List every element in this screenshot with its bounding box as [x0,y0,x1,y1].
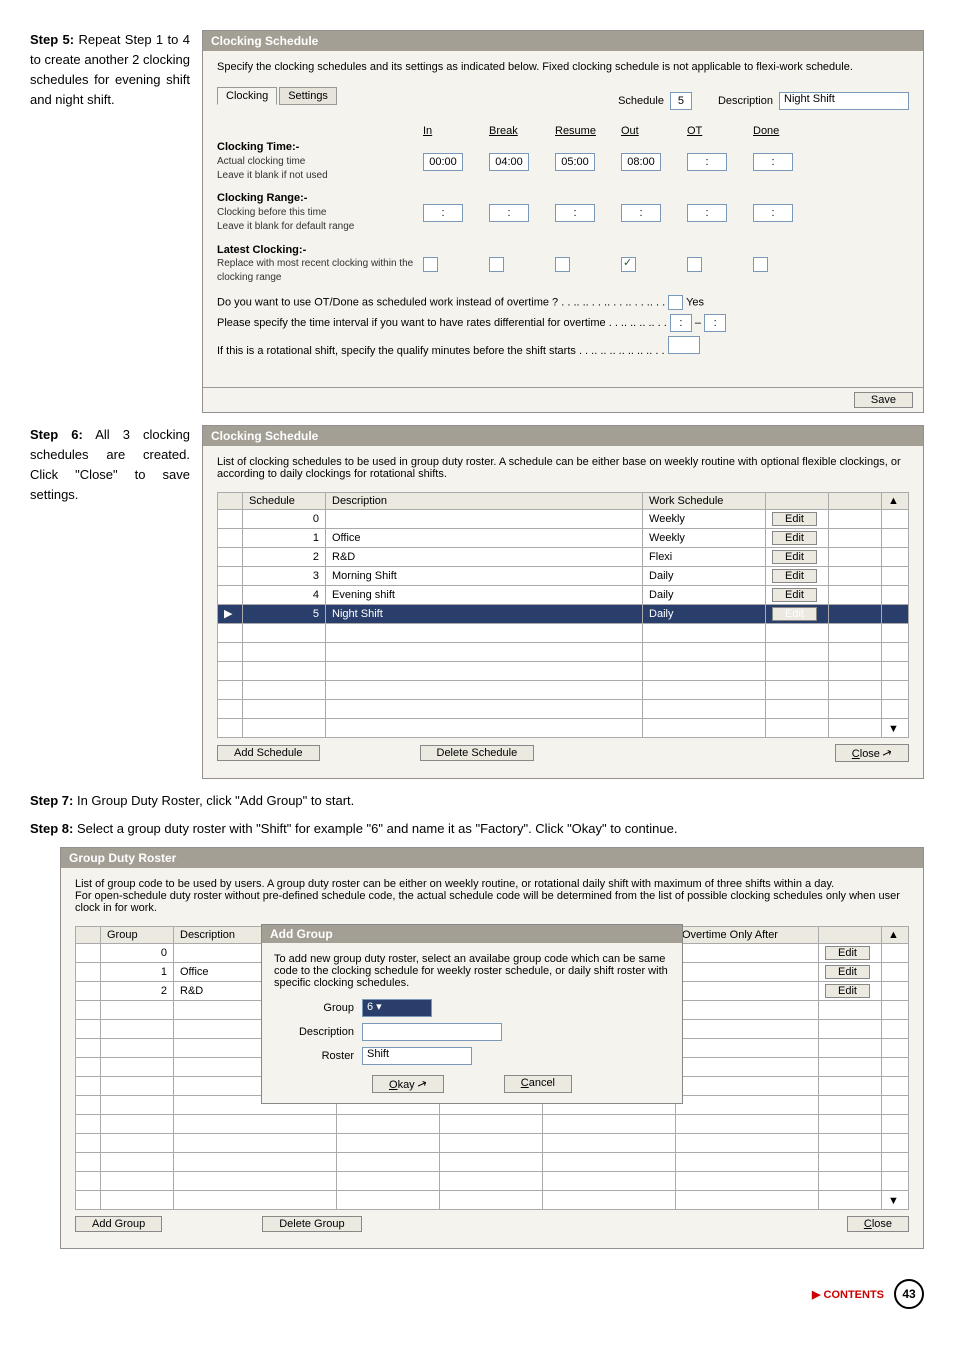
col-break: Break [489,125,549,137]
edit-button[interactable]: Edit [772,550,817,564]
panel2-intro: List of clocking schedules to be used in… [217,456,909,480]
th-group[interactable]: Group [101,927,174,944]
panel3-intro: List of group code to be used by users. … [75,878,909,914]
table-row[interactable]: 3Morning ShiftDailyEdit [218,566,909,585]
edit-button[interactable]: Edit [772,512,817,526]
table-row-selected[interactable]: ▶5Night ShiftDailyEdit [218,604,909,623]
step7-text: Step 7: In Group Duty Roster, click "Add… [30,791,924,811]
ct-ot[interactable]: : [687,153,727,171]
clocking-time-label: Clocking Time:- Actual clocking timeLeav… [217,141,417,182]
latest-label: Latest Clocking:- Replace with most rece… [217,244,417,285]
panel3-title: Group Duty Roster [61,848,923,868]
clocking-schedule-panel-1: Clocking Schedule Specify the clocking s… [202,30,924,413]
modal-okay-button[interactable]: Okay [372,1075,444,1093]
modal-title: Add Group [262,925,682,943]
q1-checkbox[interactable] [668,295,683,310]
clocking-schedule-panel-2: Clocking Schedule List of clocking sched… [202,425,924,779]
add-schedule-button[interactable]: Add Schedule [217,745,320,761]
th-overtime[interactable]: Overtime Only After [676,927,819,944]
lc-done[interactable] [753,257,768,272]
tab-clocking[interactable]: Clocking [217,87,277,105]
step8-text: Step 8: Select a group duty roster with … [30,819,924,839]
schedule-label: Schedule [618,95,664,107]
modal-cancel-button[interactable]: Cancel [504,1075,572,1093]
close-button[interactable]: Close [835,744,909,762]
ct-break[interactable]: 04:00 [489,153,529,171]
col-in: In [423,125,483,137]
table-row[interactable]: 4Evening shiftDailyEdit [218,585,909,604]
edit-button[interactable]: Edit [772,588,817,602]
q2-from[interactable]: : [670,314,692,332]
add-group-modal: Add Group To add new group duty roster, … [261,924,683,1104]
panel1-intro: Specify the clocking schedules and its s… [217,61,909,73]
cr-out[interactable]: : [621,204,661,222]
step5-text: Step 5: Repeat Step 1 to 4 to create ano… [30,30,202,111]
cr-break[interactable]: : [489,204,529,222]
th-desc[interactable]: Description [326,492,643,509]
q1-yes: Yes [686,296,704,308]
th-work[interactable]: Work Schedule [643,492,766,509]
save-button[interactable]: Save [854,392,913,408]
ct-resume[interactable]: 05:00 [555,153,595,171]
th-schedule[interactable]: Schedule [243,492,326,509]
lc-in[interactable] [423,257,438,272]
tab-settings[interactable]: Settings [279,87,337,105]
col-out: Out [621,125,681,137]
ct-in[interactable]: 00:00 [423,153,463,171]
contents-link[interactable]: CONTENTS [812,1288,884,1301]
edit-button[interactable]: Edit [772,607,817,621]
edit-button[interactable]: Edit [825,984,870,998]
modal-intro: To add new group duty roster, select an … [274,953,670,989]
col-done: Done [753,125,813,137]
q1-text: Do you want to use OT/Done as scheduled … [217,296,665,308]
description-input[interactable]: Night Shift [779,92,909,110]
q3-minutes[interactable] [668,336,700,354]
q2-to[interactable]: : [704,314,726,332]
description-label: Description [718,95,773,107]
schedule-table: Schedule Description Work Schedule ▲ 0We… [217,492,909,738]
ct-out[interactable]: 08:00 [621,153,661,171]
lc-resume[interactable] [555,257,570,272]
cr-ot[interactable]: : [687,204,727,222]
delete-group-button[interactable]: Delete Group [262,1216,361,1232]
col-ot: OT [687,125,747,137]
modal-desc-input[interactable] [362,1023,502,1041]
schedule-value: 5 [670,92,692,110]
edit-button[interactable]: Edit [772,531,817,545]
lc-out[interactable] [621,257,636,272]
table-row[interactable]: 0WeeklyEdit [218,509,909,528]
modal-group-select[interactable]: 6 ▾ [362,999,432,1017]
page-number: 43 [894,1279,924,1309]
close-button[interactable]: Close [847,1216,909,1232]
table-row[interactable]: 2R&DFlexiEdit [218,547,909,566]
cr-resume[interactable]: : [555,204,595,222]
add-group-button[interactable]: Add Group [75,1216,162,1232]
cr-in[interactable]: : [423,204,463,222]
edit-button[interactable]: Edit [825,946,870,960]
panel1-title: Clocking Schedule [203,31,923,51]
edit-button[interactable]: Edit [825,965,870,979]
q2-text: Please specify the time interval if you … [217,317,667,329]
table-row[interactable]: 1OfficeWeeklyEdit [218,528,909,547]
lc-ot[interactable] [687,257,702,272]
group-duty-roster-panel: Group Duty Roster List of group code to … [60,847,924,1249]
delete-schedule-button[interactable]: Delete Schedule [420,745,535,761]
q3-text: If this is a rotational shift, specify t… [217,345,665,357]
clocking-range-label: Clocking Range:- Clocking before this ti… [217,192,417,233]
modal-desc-label: Description [274,1026,362,1038]
cr-done[interactable]: : [753,204,793,222]
step6-text: Step 6: All 3 clocking schedules are cre… [30,425,202,506]
modal-group-label: Group [274,1002,362,1014]
modal-roster-select[interactable]: Shift [362,1047,472,1065]
q2-dash: – [695,317,701,329]
col-resume: Resume [555,125,615,137]
panel2-title: Clocking Schedule [203,426,923,446]
modal-roster-label: Roster [274,1050,362,1062]
ct-done[interactable]: : [753,153,793,171]
lc-break[interactable] [489,257,504,272]
edit-button[interactable]: Edit [772,569,817,583]
